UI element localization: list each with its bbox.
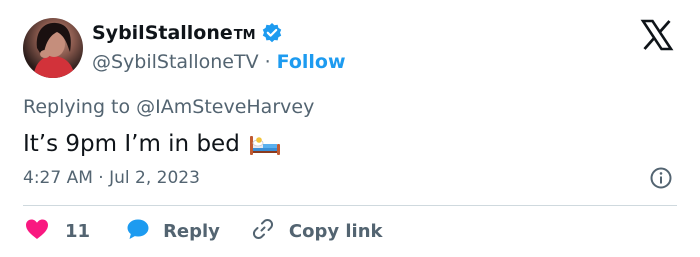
like-count: 11 — [65, 220, 91, 242]
tweet-timestamp[interactable]: 4:27 AM · Jul 2, 2023 — [23, 166, 200, 190]
info-icon[interactable] — [649, 166, 673, 190]
reply-context[interactable]: Replying to @IAmSteveHarvey — [23, 94, 314, 120]
heart-icon — [25, 218, 49, 245]
action-bar: 11 Reply Copy link — [25, 216, 383, 246]
author-handle[interactable]: @SybilStalloneTV — [92, 51, 259, 73]
tweet-text-row: It’s 9pm I’m in bed — [23, 127, 281, 161]
author-name-suffix: TM — [233, 27, 256, 43]
avatar[interactable] — [23, 18, 83, 78]
author-handle-row: @SybilStalloneTV · Follow — [92, 50, 346, 74]
divider — [23, 205, 677, 206]
tweet-text: It’s 9pm I’m in bed — [23, 131, 240, 157]
follow-button[interactable]: Follow — [277, 51, 346, 73]
x-logo-icon[interactable] — [640, 18, 674, 52]
copy-link-label: Copy link — [288, 220, 383, 242]
reply-button[interactable]: Reply — [126, 218, 251, 245]
copy-link-button[interactable]: Copy link — [251, 217, 383, 246]
separator-dot: · — [264, 51, 271, 73]
reply-label: Reply — [163, 220, 220, 242]
link-icon — [251, 217, 275, 246]
speech-bubble-icon — [126, 218, 150, 245]
verified-badge-icon[interactable] — [261, 22, 283, 44]
author-name-row: SybilStallone TM — [92, 20, 283, 46]
like-button[interactable]: 11 — [25, 218, 126, 245]
bed-emoji-icon — [249, 132, 281, 156]
author-display-name[interactable]: SybilStallone — [92, 22, 233, 44]
